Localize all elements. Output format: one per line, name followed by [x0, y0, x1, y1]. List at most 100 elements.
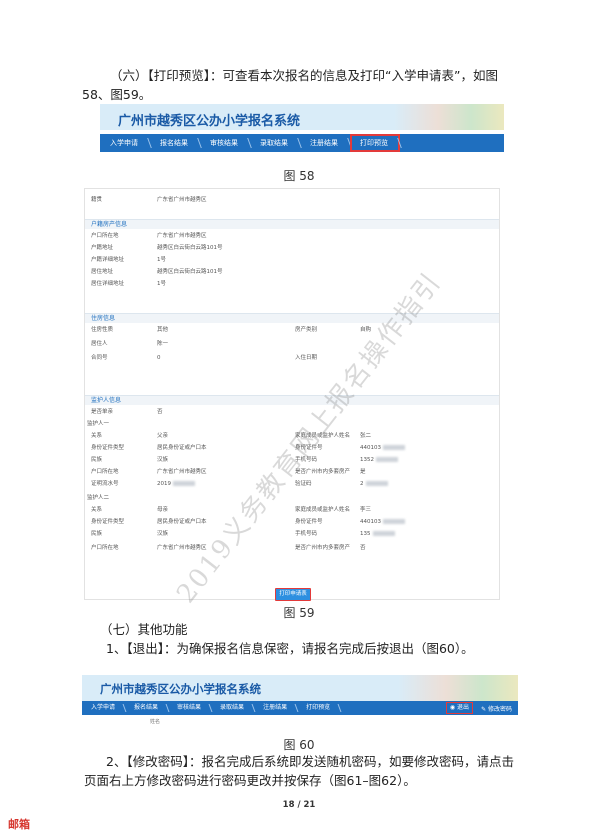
site-logo: 邮箱 [8, 818, 30, 831]
field-value: 广东省广州市越秀区 [157, 469, 207, 475]
field-label: 身份证件类型 [91, 445, 125, 451]
field-value-masked: 2 [360, 479, 388, 489]
form-row: 住房性质 其他 房产类别 自购 [85, 325, 499, 335]
form-row: 居住地址 越秀区白云街白云路101号 [85, 267, 499, 277]
main-nav: 入学申请 报名结果 审核结果 录取结果 注册结果 打印预览 [100, 134, 504, 152]
field-value-masked: 440103 [360, 517, 405, 527]
form-row: 身份证件类型 居民身份证或户口本 身份证件号 440103 [85, 517, 499, 527]
field-label: 身份证件号 [295, 519, 323, 525]
field-label: 是否广州市内多套房产 [295, 545, 351, 551]
form-row: 民族 汉族 手机号码 135 [85, 529, 499, 539]
field-label: 户籍详细地址 [91, 257, 125, 263]
logout-button[interactable]: ◉ 退出 [445, 702, 474, 714]
nav-apply[interactable]: 入学申请 [100, 134, 150, 152]
nav-admission-result[interactable]: 录取结果 [211, 701, 254, 715]
field-value-masked: 135 [360, 529, 395, 539]
section-header-housing: 住房信息 [85, 313, 499, 323]
field-value-masked: 1352 [360, 455, 398, 465]
application-form-preview: 籍贯 广东省广州市越秀区 户籍房产信息 户口所在地 广东省广州市越秀区 户籍地址越… [84, 188, 500, 600]
field-label: 居住详细地址 [91, 281, 125, 287]
field-value: 其他 [157, 327, 169, 333]
field-label: 户口所在地 [91, 233, 119, 239]
field-label: 房产类别 [295, 327, 318, 333]
form-row: 户口所在地 广东省广州市越秀区 [85, 231, 499, 241]
nav-print-preview[interactable]: 打印预览 [297, 701, 340, 715]
page-number: 18 / 21 [282, 800, 316, 810]
nav-enrollment-result[interactable]: 注册结果 [254, 701, 297, 715]
form-row: 监护人二 [85, 493, 499, 503]
field-label: 籍贯 [91, 197, 103, 203]
nav-review-result[interactable]: 审核结果 [168, 701, 211, 715]
field-value: 是 [360, 469, 366, 475]
redaction-blur [372, 531, 395, 536]
field-label: 家庭成员或监护人姓名 [295, 507, 351, 513]
print-application-button[interactable]: 打印申请表 [275, 588, 311, 601]
field-label: 住房性质 [91, 327, 114, 333]
field-value: 陈一 [157, 341, 169, 347]
field-value: 0 [157, 355, 161, 361]
system-title-2: 广州市越秀区公办小学报名系统 [100, 682, 261, 696]
nav-print-preview[interactable]: 打印预览 [350, 134, 400, 152]
system-banner: 广州市越秀区公办小学报名系统 [100, 104, 504, 130]
field-label: 关系 [91, 507, 103, 513]
intro-paragraph-print-preview: （六）【打印预览】：可查看本次报名的信息及打印“入学申请表”，如图58、图59。 [82, 68, 498, 102]
form-row: 居住人 陈一 [85, 339, 499, 349]
section-header-household: 户籍房产信息 [85, 219, 499, 229]
field-value: 否 [360, 545, 366, 551]
field-value: 李三 [360, 507, 372, 513]
field-value: 父亲 [157, 433, 169, 439]
field-label: 民族 [91, 531, 103, 537]
figure-58-caption: 图 58 [283, 169, 315, 183]
field-value: 张二 [360, 433, 372, 439]
field-value: 1号 [157, 281, 166, 287]
nav-review-result[interactable]: 审核结果 [200, 134, 250, 152]
nav-registration-result[interactable]: 报名结果 [125, 701, 168, 715]
redaction-blur [383, 519, 405, 524]
field-label: 合同号 [91, 355, 108, 361]
field-label: 是否单亲 [91, 409, 114, 415]
redaction-blur [383, 445, 405, 450]
field-value: 汉族 [157, 531, 169, 537]
field-value: 否 [157, 409, 163, 415]
field-value: 居民身份证或户口本 [157, 519, 207, 525]
form-row: 户籍地址 越秀区白云街白云路101号 [85, 243, 499, 253]
field-value: 1号 [157, 257, 166, 263]
field-value-masked: 440103 [360, 443, 405, 453]
field-label: 身份证件类型 [91, 519, 125, 525]
field-label: 验证码 [295, 481, 312, 487]
main-nav-2: 入学申请 报名结果 审核结果 录取结果 注册结果 打印预览 ◉ 退出 ✎ 修改密… [82, 701, 518, 715]
field-label: 入住日期 [295, 355, 318, 361]
field-label: 民族 [91, 457, 103, 463]
nav-enrollment-result[interactable]: 注册结果 [300, 134, 350, 152]
section-other-functions: （七）其他功能 [100, 622, 188, 637]
name-label: 姓名 [150, 719, 161, 725]
figure-60-caption: 图 60 [283, 738, 315, 752]
nav-admission-result[interactable]: 录取结果 [250, 134, 300, 152]
form-row: 籍贯 广东省广州市越秀区 [85, 195, 499, 205]
field-value: 母亲 [157, 507, 169, 513]
form-row: 户籍详细地址 1号 [85, 255, 499, 265]
redaction-blur [376, 457, 398, 462]
form-row: 是否单亲 否 [85, 407, 499, 417]
field-value: 越秀区白云街白云路101号 [157, 269, 223, 275]
field-value: 越秀区白云街白云路101号 [157, 245, 223, 251]
nav-user-actions: ◉ 退出 ✎ 修改密码 [445, 701, 512, 715]
form-row: 户口所在地 广东省广州市越秀区 是否广州市内多套房产否 [85, 543, 499, 553]
field-value: 汉族 [157, 457, 169, 463]
nav-apply[interactable]: 入学申请 [82, 701, 125, 715]
change-password-button[interactable]: ✎ 修改密码 [481, 704, 512, 713]
banner-illustration [398, 675, 518, 701]
field-value: 广东省广州市越秀区 [157, 233, 207, 239]
guardian-one-label: 监护人一 [87, 421, 110, 427]
field-value-masked: 2019 [157, 479, 195, 489]
section-header-guardian: 监护人信息 [85, 395, 499, 405]
system-title: 广州市越秀区公办小学报名系统 [118, 114, 301, 129]
field-value: 广东省广州市越秀区 [157, 197, 207, 203]
logout-instruction: 1、【退出】：为确保报名信息保密，请报名完成后按退出（图60）。 [106, 641, 474, 656]
form-row: 关系 母亲 家庭成员或监护人姓名 李三 [85, 505, 499, 515]
field-value: 居民身份证或户口本 [157, 445, 207, 451]
form-row: 合同号 0 入住日期 [85, 353, 499, 363]
field-label: 居住地址 [91, 269, 114, 275]
field-label: 居住人 [91, 341, 108, 347]
nav-registration-result[interactable]: 报名结果 [150, 134, 200, 152]
